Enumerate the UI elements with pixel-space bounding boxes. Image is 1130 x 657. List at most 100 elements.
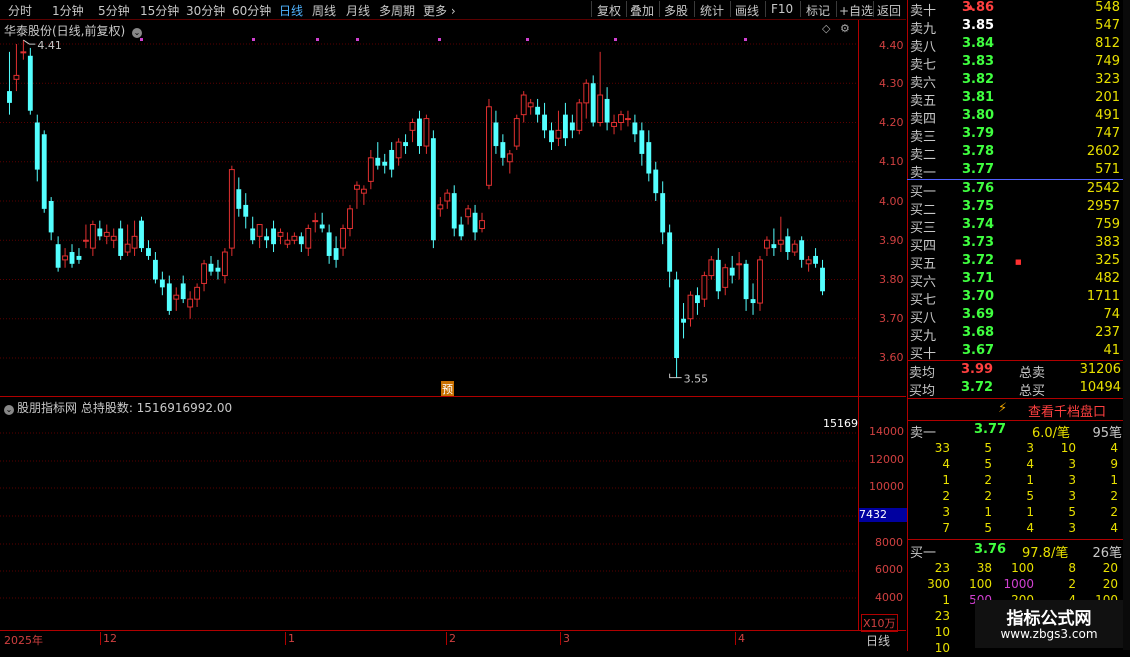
add-watchlist-button[interactable]: +自选 (839, 2, 873, 19)
candle-body (333, 248, 339, 260)
ask-level-price: 3.84 (962, 36, 995, 51)
period-fenshi[interactable]: 分时 (8, 2, 32, 19)
ask-level-price: 3.86 (962, 0, 995, 15)
multi-stock-button[interactable]: 多股 (664, 2, 688, 19)
candle-body (103, 231, 110, 237)
candle-body (729, 267, 735, 276)
price-tick: 3.60 (879, 351, 904, 364)
ask-queue-cell: 1 (984, 505, 992, 519)
period-30min[interactable]: 30分钟 (186, 2, 225, 19)
candle-body (583, 82, 590, 104)
period-15min[interactable]: 15分钟 (140, 2, 179, 19)
dropdown-circle-icon[interactable]: ⌄ (132, 28, 143, 38)
bid-level-row[interactable]: 买一 3.76 2542 (908, 181, 1124, 200)
stock-title-label: 华泰股份(日线,前复权) (4, 24, 126, 38)
full-depth-link[interactable]: 查看千档盘口 (1028, 401, 1106, 420)
period-daily[interactable]: 日线 (279, 2, 303, 19)
toolbar-divider (800, 1, 801, 17)
candle-body (764, 239, 770, 249)
signal-dot (316, 38, 319, 41)
bid-level-row[interactable]: 买三 3.74 759 (908, 217, 1124, 236)
bid-queue-cell: 20 (1102, 577, 1118, 591)
candle-body (201, 263, 207, 284)
bid-level-price: 3.67 (962, 343, 995, 358)
ask-queue-cell: 1 (1110, 473, 1118, 487)
candle-body (187, 298, 194, 308)
bid-level-price: 3.76 (962, 181, 995, 196)
ask-level-row[interactable]: 卖七 3.83 749 (908, 54, 1124, 73)
bid-level-row[interactable]: 买七 3.70 1711 (908, 289, 1124, 308)
period-60min[interactable]: 60分钟 (232, 2, 271, 19)
period-1min[interactable]: 1分钟 (52, 2, 84, 19)
bid-queue-cell: 2 (1068, 577, 1076, 591)
price-tick: 3.90 (879, 234, 904, 247)
toolbar-divider (591, 1, 592, 17)
bid-level-row[interactable]: 买四 3.73 383 (908, 235, 1124, 254)
toolbar-divider (694, 1, 695, 17)
ask-level-row[interactable]: 卖四 3.80 491 (908, 108, 1124, 127)
price-tick: 4.20 (879, 116, 904, 129)
ask-level-row[interactable]: 卖一 3.77 571 (908, 162, 1124, 181)
ask1-queue: 33 5 3 10 4 4 5 4 3 9 1 2 1 3 1 2 2 5 3 2 3 1 1 5 2 7 5 4 3 4 (908, 441, 1124, 537)
candle-body (166, 283, 172, 311)
period-multi[interactable]: 多周期 (379, 2, 415, 19)
flag-dot-icon: ■ (1015, 258, 1022, 266)
candle-body (409, 122, 416, 131)
candle-body (458, 224, 464, 237)
bid-level-label: 买八 (910, 311, 937, 326)
bid-queue-cell: 23 (934, 561, 950, 575)
period-weekly[interactable]: 周线 (312, 2, 336, 19)
fuquan-button[interactable]: 复权 (597, 2, 621, 19)
candle-body (319, 224, 325, 229)
candle-body (437, 204, 444, 210)
mark-button[interactable]: 标记 (806, 2, 830, 19)
more-menu[interactable]: 更多 › (423, 2, 456, 19)
bid-level-row[interactable]: 买八 3.69 74 (908, 307, 1124, 326)
bid-level-volume: 2542 (1086, 181, 1120, 196)
ask-level-row[interactable]: 卖二 3.78 2602 (908, 144, 1124, 163)
back-button[interactable]: 返回 (877, 2, 901, 19)
candle-body (736, 263, 743, 266)
ask-level-row[interactable]: 卖六 3.82 323 (908, 72, 1124, 91)
ask-level-row[interactable]: 卖九 3.85 547 (908, 18, 1124, 37)
bid-level-row[interactable]: 买六 3.71 482 (908, 271, 1124, 290)
candle-body (7, 91, 12, 103)
bid-level-row[interactable]: 买十 3.67 41 (908, 343, 1124, 362)
bid-level-volume: 1711 (1086, 289, 1120, 304)
ask-level-price: 3.78 (962, 144, 995, 159)
candle-body (340, 227, 346, 249)
ask-level-row[interactable]: 卖十 3.86 548 (908, 0, 1124, 19)
candle-body (277, 231, 284, 237)
date-label: 2 (446, 632, 456, 645)
diamond-icon[interactable]: ◇ (822, 22, 830, 35)
candle-body (674, 279, 680, 358)
candle-body (27, 55, 33, 111)
bid-level-volume: 383 (1095, 235, 1120, 250)
period-5min[interactable]: 5分钟 (98, 2, 130, 19)
stock-title[interactable]: 华泰股份(日线,前复权) ⌄ (4, 22, 143, 39)
bid-level-row[interactable]: 买九 3.68 237 (908, 325, 1124, 344)
f10-button[interactable]: F10 (771, 2, 793, 16)
settings-icon[interactable]: ⚙ (840, 22, 850, 35)
watermark-url: www.zbgs3.com (1000, 627, 1098, 641)
bid-level-row[interactable]: 买二 3.75 2957 (908, 199, 1124, 218)
ask-level-row[interactable]: 卖八 3.84 812 (908, 36, 1124, 55)
candle-body (403, 142, 409, 147)
draw-line-button[interactable]: 画线 (735, 2, 759, 19)
ask-level-row[interactable]: 卖三 3.79 747 (908, 126, 1124, 145)
ask-level-row[interactable]: 卖五 3.81 201 (908, 90, 1124, 109)
period-toolbar: 分时 1分钟 5分钟 15分钟 30分钟 60分钟 日线 周线 月线 多周期 更… (0, 0, 906, 20)
indicator-chart[interactable] (0, 398, 858, 630)
ask-level-volume: 547 (1095, 18, 1120, 33)
stats-button[interactable]: 统计 (700, 2, 724, 19)
indicator-tick: 4000 (875, 591, 903, 604)
indicator-axis: 14000 12000 10000 7432 8000 6000 4000 X1… (858, 397, 907, 632)
ask-queue-cell: 10 (1060, 441, 1076, 455)
candle-body (298, 236, 304, 245)
bid-level-label: 买四 (910, 239, 937, 254)
ask-level-volume: 749 (1095, 54, 1120, 69)
overlay-button[interactable]: 叠加 (630, 2, 654, 19)
ask-level-volume: 548 (1095, 0, 1120, 15)
period-monthly[interactable]: 月线 (346, 2, 370, 19)
candlestick-chart[interactable]: 4.41 3.55 (0, 20, 858, 396)
